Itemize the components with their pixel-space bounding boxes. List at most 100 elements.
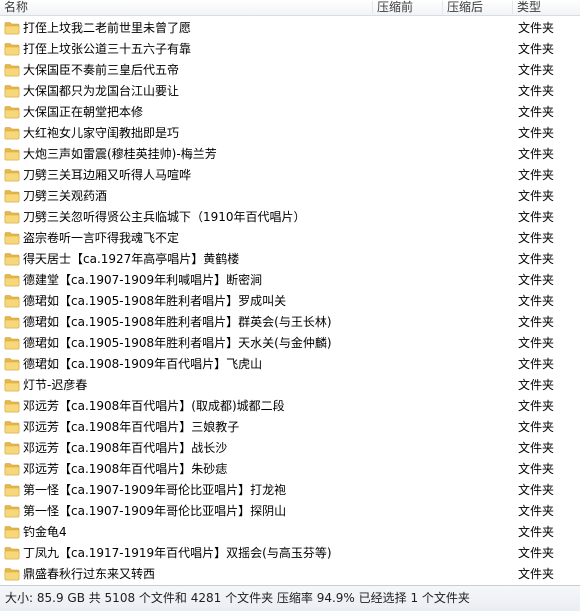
list-item[interactable]: 邓远芳【ca.1908年百代唱片】三娘教子 文件夹: [0, 417, 580, 438]
file-name: 邓远芳【ca.1908年百代唱片】战长沙: [23, 441, 228, 455]
folder-icon: [4, 253, 20, 266]
file-type: 文件夹: [518, 84, 555, 98]
column-header: 名称 压缩前 压缩后 类型: [0, 0, 580, 16]
file-name: 德珺如【ca.1908-1909年百代唱片】飞虎山: [23, 357, 263, 371]
folder-icon: [4, 295, 20, 308]
folder-icon: [4, 421, 20, 434]
archive-file-list-window: 名称 压缩前 压缩后 类型 打侄上坟我二老前世里未曾了愿 文件夹 打侄上坟张公道三十…: [0, 0, 580, 611]
list-item[interactable]: 德珺如【ca.1908-1909年百代唱片】飞虎山 文件夹: [0, 354, 580, 375]
file-type: 文件夹: [518, 399, 555, 413]
folder-icon: [4, 379, 20, 392]
list-item[interactable]: 大炮三声如雷震(穆桂英挂帅)-梅兰芳 文件夹: [0, 144, 580, 165]
file-type: 文件夹: [518, 231, 555, 245]
file-type: 文件夹: [518, 504, 555, 518]
list-item[interactable]: 丁凤九【ca.1917-1919年百代唱片】双摇会(与高玉芬等) 文件夹: [0, 543, 580, 564]
column-type-header[interactable]: 类型: [517, 0, 541, 15]
file-type: 文件夹: [518, 336, 555, 350]
file-list: 打侄上坟我二老前世里未曾了愿 文件夹 打侄上坟张公道三十五六子有靠 文件夹 大保国臣不奏…: [0, 18, 580, 584]
column-name-header[interactable]: 名称: [4, 0, 28, 15]
folder-icon: [4, 190, 20, 203]
file-name: 灯节-迟彦春: [23, 378, 88, 392]
folder-icon: [4, 64, 20, 77]
list-item[interactable]: 钓金龟4 文件夹: [0, 522, 580, 543]
file-name: 邓远芳【ca.1908年百代唱片】(取成都)城都二段: [23, 399, 285, 413]
list-item[interactable]: 打侄上坟我二老前世里未曾了愿 文件夹: [0, 18, 580, 39]
file-name: 德建堂【ca.1907-1909年利喊唱片】断密涧: [23, 273, 263, 287]
list-item[interactable]: 刀劈三关观药酒 文件夹: [0, 186, 580, 207]
list-item[interactable]: 邓远芳【ca.1908年百代唱片】朱砂痣 文件夹: [0, 459, 580, 480]
file-type: 文件夹: [518, 126, 555, 140]
file-name: 德珺如【ca.1905-1908年胜利者唱片】群英会(与王长林): [23, 315, 332, 329]
list-item[interactable]: 刀劈三关耳边厢又听得人马喧哗 文件夹: [0, 165, 580, 186]
list-item[interactable]: 鼎盛春秋行过东来又转西 文件夹: [0, 564, 580, 584]
file-name: 刀劈三关耳边厢又听得人马喧哗: [23, 168, 192, 182]
file-type: 文件夹: [518, 168, 555, 182]
file-name: 打侄上坟张公道三十五六子有靠: [23, 42, 192, 56]
file-name: 德珺如【ca.1905-1908年胜利者唱片】天水关(与金仲麟): [23, 336, 332, 350]
folder-icon: [4, 547, 20, 560]
list-item[interactable]: 刀劈三关忽听得贤公主兵临城下（1910年百代唱片） 文件夹: [0, 207, 580, 228]
folder-icon: [4, 484, 20, 497]
list-item[interactable]: 第一怪【ca.1907-1909年哥伦比亚唱片】打龙袍 文件夹: [0, 480, 580, 501]
file-name: 第一怪【ca.1907-1909年哥伦比亚唱片】打龙袍: [23, 483, 287, 497]
list-item[interactable]: 大保国都只为龙国台江山要让 文件夹: [0, 81, 580, 102]
file-name: 大保国正在朝堂把本修: [23, 105, 144, 119]
folder-icon: [4, 358, 20, 371]
file-type: 文件夹: [518, 210, 555, 224]
status-text: 大小: 85.9 GB 共 5108 个文件和 4281 个文件夹 压缩率 94…: [5, 591, 470, 605]
file-name: 打侄上坟我二老前世里未曾了愿: [23, 21, 192, 35]
folder-icon: [4, 568, 20, 581]
file-name: 丁凤九【ca.1917-1919年百代唱片】双摇会(与高玉芬等): [23, 546, 332, 560]
list-item[interactable]: 大红袍女儿家守闺教拙即是巧 文件夹: [0, 123, 580, 144]
file-type: 文件夹: [518, 21, 555, 35]
file-type: 文件夹: [518, 273, 555, 287]
list-item[interactable]: 德建堂【ca.1907-1909年利喊唱片】断密涧 文件夹: [0, 270, 580, 291]
status-bar: 大小: 85.9 GB 共 5108 个文件和 4281 个文件夹 压缩率 94…: [0, 585, 580, 611]
list-item[interactable]: 盗宗卷听一言吓得我魂飞不定 文件夹: [0, 228, 580, 249]
file-type: 文件夹: [518, 483, 555, 497]
file-name: 德珺如【ca.1905-1908年胜利者唱片】罗成叫关: [23, 294, 287, 308]
list-item[interactable]: 邓远芳【ca.1908年百代唱片】战长沙 文件夹: [0, 438, 580, 459]
file-type: 文件夹: [518, 441, 555, 455]
list-item[interactable]: 得天居士【ca.1927年高亭唱片】黄鹤楼 文件夹: [0, 249, 580, 270]
list-item[interactable]: 大保国正在朝堂把本修 文件夹: [0, 102, 580, 123]
folder-icon: [4, 442, 20, 455]
file-name: 得天居士【ca.1927年高亭唱片】黄鹤楼: [23, 252, 240, 266]
file-name: 鼎盛春秋行过东来又转西: [23, 567, 156, 581]
column-divider[interactable]: [372, 1, 373, 14]
column-packed-size-header[interactable]: 压缩后: [447, 0, 483, 15]
folder-icon: [4, 232, 20, 245]
file-type: 文件夹: [518, 525, 555, 539]
list-item[interactable]: 邓远芳【ca.1908年百代唱片】(取成都)城都二段 文件夹: [0, 396, 580, 417]
folder-icon: [4, 337, 20, 350]
folder-icon: [4, 526, 20, 539]
file-type: 文件夹: [518, 378, 555, 392]
column-divider[interactable]: [442, 1, 443, 14]
folder-icon: [4, 463, 20, 476]
file-type: 文件夹: [518, 189, 555, 203]
file-name: 大保国都只为龙国台江山要让: [23, 84, 180, 98]
list-item[interactable]: 打侄上坟张公道三十五六子有靠 文件夹: [0, 39, 580, 60]
file-type: 文件夹: [518, 315, 555, 329]
file-name: 邓远芳【ca.1908年百代唱片】三娘教子: [23, 420, 240, 434]
file-name: 盗宗卷听一言吓得我魂飞不定: [23, 231, 180, 245]
file-name: 第一怪【ca.1907-1909年哥伦比亚唱片】探阴山: [23, 504, 287, 518]
folder-icon: [4, 169, 20, 182]
folder-icon: [4, 505, 20, 518]
list-item[interactable]: 大保国臣不奏前三皇后代五帝 文件夹: [0, 60, 580, 81]
list-item[interactable]: 德珺如【ca.1905-1908年胜利者唱片】罗成叫关 文件夹: [0, 291, 580, 312]
file-name: 大保国臣不奏前三皇后代五帝: [23, 63, 180, 77]
list-item[interactable]: 灯节-迟彦春 文件夹: [0, 375, 580, 396]
column-compressed-size-header[interactable]: 压缩前: [377, 0, 413, 15]
folder-icon: [4, 22, 20, 35]
column-divider[interactable]: [512, 1, 513, 14]
file-type: 文件夹: [518, 63, 555, 77]
folder-icon: [4, 211, 20, 224]
file-name: 钓金龟4: [23, 525, 67, 539]
list-item[interactable]: 第一怪【ca.1907-1909年哥伦比亚唱片】探阴山 文件夹: [0, 501, 580, 522]
folder-icon: [4, 274, 20, 287]
file-type: 文件夹: [518, 567, 555, 581]
file-name: 邓远芳【ca.1908年百代唱片】朱砂痣: [23, 462, 228, 476]
list-item[interactable]: 德珺如【ca.1905-1908年胜利者唱片】天水关(与金仲麟) 文件夹: [0, 333, 580, 354]
list-item[interactable]: 德珺如【ca.1905-1908年胜利者唱片】群英会(与王长林) 文件夹: [0, 312, 580, 333]
